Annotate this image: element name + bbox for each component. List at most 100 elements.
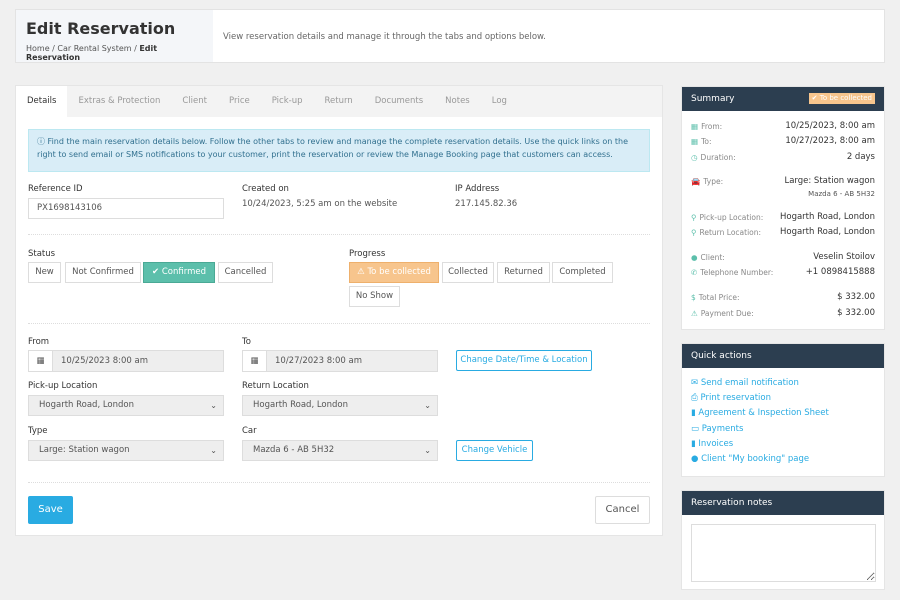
- created-value: 10/24/2023, 5:25 am on the website: [242, 199, 398, 209]
- progress-label: Progress: [349, 249, 386, 259]
- map-marker-icon: ⚲: [691, 213, 697, 222]
- summary-title: Summary: [691, 94, 735, 104]
- from-label: From: [28, 337, 50, 347]
- progress-to-be-collected-button[interactable]: ⚠ To be collected: [349, 262, 439, 283]
- summary-type: 🚘 Type: Large: Station wagon: [691, 176, 875, 186]
- info-text: Find the main reservation details below.…: [37, 137, 629, 159]
- divider: [28, 234, 650, 235]
- agreement-sheet-link[interactable]: ▮ Agreement & Inspection Sheet: [691, 408, 829, 418]
- divider: [28, 323, 650, 324]
- reference-input[interactable]: PX1698143106: [28, 198, 224, 219]
- tab-details[interactable]: Details: [16, 86, 68, 117]
- return-label: Return Location: [242, 381, 309, 391]
- summary-client: ● Client: Veselin Stoilov: [691, 252, 875, 262]
- user-icon: ●: [691, 454, 702, 464]
- tab-log[interactable]: Log: [481, 86, 518, 117]
- chevron-down-icon: ⌄: [210, 446, 217, 455]
- summary-phone: ✆ Telephone Number: +1 0898415888: [691, 267, 875, 277]
- change-vehicle-button[interactable]: Change Vehicle: [456, 440, 533, 461]
- calendar-icon: ▦: [243, 351, 267, 371]
- chevron-down-icon: ⌄: [424, 401, 431, 410]
- summary-return: ⚲ Return Location: Hogarth Road, London: [691, 227, 875, 237]
- notes-textarea[interactable]: [691, 524, 876, 582]
- client-booking-page-link[interactable]: ● Client "My booking" page: [691, 454, 809, 464]
- from-date-input[interactable]: ▦ 10/25/2023 8:00 am: [28, 350, 224, 372]
- status-cancelled-button[interactable]: Cancelled: [218, 262, 273, 283]
- quick-actions-header: Quick actions: [682, 344, 884, 368]
- cancel-button[interactable]: Cancel: [595, 496, 650, 524]
- dollar-icon: $: [691, 293, 696, 302]
- info-alert: ⓘ Find the main reservation details belo…: [28, 129, 650, 172]
- reservation-notes-panel: Reservation notes: [681, 490, 885, 590]
- tab-extras[interactable]: Extras & Protection: [67, 86, 171, 117]
- user-icon: ●: [691, 253, 698, 262]
- summary-payment-due: ⚠ Payment Due: $ 332.00: [691, 308, 875, 318]
- info-icon: ⓘ: [37, 137, 48, 146]
- progress-collected-button[interactable]: Collected: [442, 262, 494, 283]
- phone-icon: ✆: [691, 268, 698, 277]
- breadcrumb: Home / Car Rental System / Edit Reservat…: [26, 44, 158, 62]
- breadcrumb-home[interactable]: Home: [26, 44, 50, 53]
- print-icon: ⎙: [691, 393, 701, 403]
- envelope-icon: ✉: [691, 378, 701, 388]
- divider: [28, 482, 650, 483]
- warning-icon: ⚠: [357, 267, 368, 277]
- check-icon: ✔: [152, 267, 162, 277]
- to-date-input[interactable]: ▦ 10/27/2023 8:00 am: [242, 350, 438, 372]
- invoices-link[interactable]: ▮ Invoices: [691, 439, 733, 449]
- summary-duration: ◷ Duration: 2 days: [691, 152, 875, 162]
- pickup-location-select[interactable]: Hogarth Road, London ⌄: [28, 395, 224, 416]
- summary-pickup: ⚲ Pick-up Location: Hogarth Road, London: [691, 212, 875, 222]
- reference-label: Reference ID: [28, 184, 83, 194]
- title-area: Edit Reservation Home / Car Rental Syste…: [16, 10, 213, 62]
- summary-car: Mazda 6 - AB 5H32: [808, 190, 875, 198]
- car-select[interactable]: Mazda 6 - AB 5H32 ⌄: [242, 440, 438, 461]
- change-date-location-button[interactable]: Change Date/Time & Location: [456, 350, 592, 371]
- type-label: Type: [28, 426, 48, 436]
- pickup-label: Pick-up Location: [28, 381, 98, 391]
- chevron-down-icon: ⌄: [424, 446, 431, 455]
- progress-no-show-button[interactable]: No Show: [349, 286, 400, 307]
- tab-return[interactable]: Return: [313, 86, 363, 117]
- summary-panel: Summary ✔ To be collected ▦ From: 10/25/202…: [681, 86, 885, 330]
- print-reservation-link[interactable]: ⎙ Print reservation: [691, 393, 771, 403]
- notes-header: Reservation notes: [682, 491, 884, 515]
- status-confirmed-button[interactable]: ✔ Confirmed: [143, 262, 215, 283]
- car-label: Car: [242, 426, 257, 436]
- type-select[interactable]: Large: Station wagon ⌄: [28, 440, 224, 461]
- tab-notes[interactable]: Notes: [434, 86, 481, 117]
- warning-icon: ⚠: [691, 309, 698, 318]
- car-icon: 🚘: [691, 177, 701, 186]
- page-header: Edit Reservation Home / Car Rental Syste…: [15, 9, 885, 63]
- credit-card-icon: ▭: [691, 424, 702, 434]
- ip-label: IP Address: [455, 184, 500, 194]
- main-panel: Details Extras & Protection Client Price…: [15, 85, 663, 536]
- progress-badge: ✔ To be collected: [808, 93, 875, 104]
- summary-to: ▦ To: 10/27/2023, 8:00 am: [691, 136, 875, 146]
- tab-pickup[interactable]: Pick-up: [261, 86, 314, 117]
- summary-header: Summary ✔ To be collected: [682, 87, 884, 111]
- return-location-select[interactable]: Hogarth Road, London ⌄: [242, 395, 438, 416]
- save-button[interactable]: Save: [28, 496, 73, 524]
- send-email-link[interactable]: ✉ Send email notification: [691, 378, 799, 388]
- tab-price[interactable]: Price: [218, 86, 261, 117]
- summary-total-price: $ Total Price: $ 332.00: [691, 292, 875, 302]
- chevron-down-icon: ⌄: [210, 401, 217, 410]
- payments-link[interactable]: ▭ Payments: [691, 424, 743, 434]
- progress-returned-button[interactable]: Returned: [497, 262, 550, 283]
- tab-documents[interactable]: Documents: [364, 86, 434, 117]
- status-new-button[interactable]: New: [28, 262, 61, 283]
- progress-completed-button[interactable]: Completed: [552, 262, 613, 283]
- status-label: Status: [28, 249, 56, 259]
- map-marker-icon: ⚲: [691, 228, 697, 237]
- status-not-confirmed-button[interactable]: Not Confirmed: [65, 262, 141, 283]
- tab-client[interactable]: Client: [171, 86, 218, 117]
- clock-icon: ◷: [691, 153, 698, 162]
- ip-value: 217.145.82.36: [455, 199, 518, 209]
- to-label: To: [242, 337, 251, 347]
- page-title: Edit Reservation: [26, 19, 176, 38]
- calendar-icon: ▦: [29, 351, 53, 371]
- calendar-icon: ▦: [691, 137, 699, 146]
- breadcrumb-car-rental[interactable]: Car Rental System: [57, 44, 131, 53]
- quick-actions-panel: Quick actions ✉ Send email notification …: [681, 343, 885, 477]
